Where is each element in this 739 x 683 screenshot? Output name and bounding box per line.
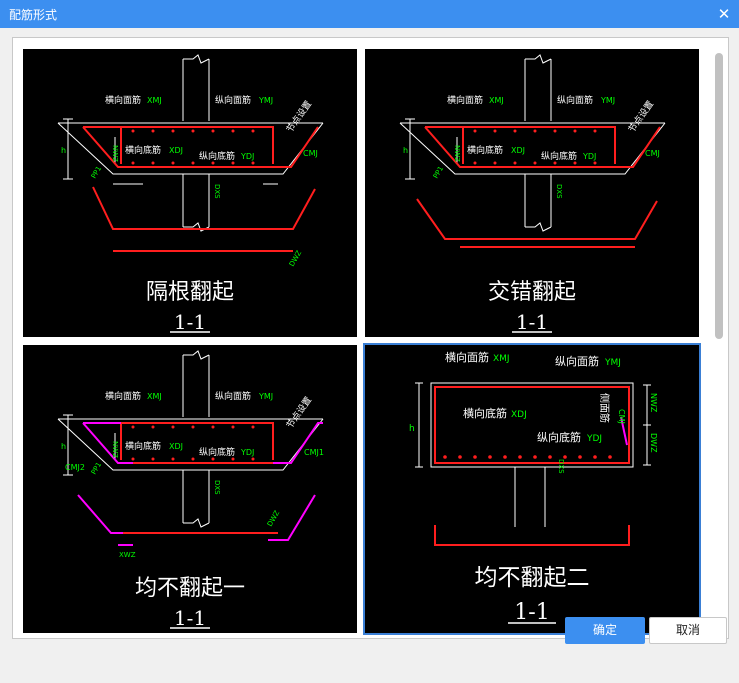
svg-text:CMJ2: CMJ2 [65, 463, 85, 472]
svg-text:侧面筋: 侧面筋 [598, 393, 611, 423]
close-icon[interactable]: ✕ [715, 5, 733, 23]
svg-text:DXS: DXS [557, 459, 565, 474]
diagram-1: 横向面筋 XMJ 纵向面筋 YMJ 横向底筋 XDJ 纵向底筋 YDJ 节点设置… [57, 54, 324, 334]
svg-text:DXS: DXS [555, 184, 563, 199]
svg-text:DWZ: DWZ [649, 433, 658, 453]
svg-text:YMJ: YMJ [600, 96, 615, 105]
svg-text:DXS: DXS [213, 184, 221, 199]
svg-text:h: h [61, 146, 66, 155]
svg-text:NWZ: NWZ [111, 145, 119, 162]
option-tile-1[interactable]: 横向面筋 XMJ 纵向面筋 YMJ 横向底筋 XDJ 纵向底筋 YDJ 节点设置… [23, 49, 357, 337]
svg-text:XDJ: XDJ [169, 442, 183, 451]
svg-text:YDJ: YDJ [240, 152, 254, 161]
option-name-2: 交错翻起 [488, 280, 576, 305]
svg-text:横向面筋: 横向面筋 [445, 350, 489, 364]
option-name-3: 均不翻起一 [135, 576, 245, 601]
svg-text:纵向面筋: 纵向面筋 [215, 390, 251, 402]
svg-text:横向底筋: 横向底筋 [463, 406, 507, 420]
svg-text:XMJ: XMJ [489, 96, 504, 105]
svg-text:CMJ1: CMJ1 [304, 448, 324, 457]
svg-text:XDJ: XDJ [169, 146, 183, 155]
svg-text:横向底筋: 横向底筋 [125, 440, 161, 452]
svg-text:YMJ: YMJ [604, 358, 621, 368]
option-name-1: 隔根翻起 [146, 280, 234, 305]
svg-text:节点设置: 节点设置 [284, 395, 314, 431]
svg-text:节点设置: 节点设置 [626, 99, 656, 135]
diagram-4: 横向面筋 XMJ 纵向面筋 YMJ 横向底筋 XDJ 纵向底筋 YDJ 侧面筋 … [409, 350, 658, 625]
svg-text:h: h [403, 146, 408, 155]
svg-text:PP1: PP1 [90, 165, 103, 180]
svg-text:横向面筋: 横向面筋 [447, 94, 483, 106]
svg-text:DWZ: DWZ [266, 509, 282, 528]
option-name-4: 均不翻起二 [475, 565, 590, 591]
svg-text:YDJ: YDJ [586, 434, 602, 444]
section-label-4: 1-1 [514, 600, 549, 625]
svg-text:CMJ: CMJ [303, 149, 318, 158]
diagram-3: 横向面筋 XMJ 纵向面筋 YMJ 横向底筋 XDJ 纵向底筋 YDJ 节点设置… [57, 350, 324, 630]
cancel-button[interactable]: 取消 [649, 617, 727, 644]
options-panel: 横向面筋 XMJ 纵向面筋 YMJ 横向底筋 XDJ 纵向底筋 YDJ 节点设置… [12, 37, 729, 639]
option-tile-3[interactable]: 横向面筋 XMJ 纵向面筋 YMJ 横向底筋 XDJ 纵向底筋 YDJ 节点设置… [23, 345, 357, 633]
svg-text:横向面筋: 横向面筋 [105, 94, 141, 106]
svg-text:横向面筋: 横向面筋 [105, 390, 141, 402]
svg-text:YMJ: YMJ [258, 392, 273, 401]
section-label-3: 1-1 [174, 606, 206, 630]
svg-text:纵向底筋: 纵向底筋 [199, 446, 235, 458]
window-title: 配筋形式 [9, 8, 58, 22]
ok-button[interactable]: 确定 [565, 617, 645, 644]
svg-text:NWZ: NWZ [111, 441, 119, 458]
dialog-body: 横向面筋 XMJ 纵向面筋 YMJ 横向底筋 XDJ 纵向底筋 YDJ 节点设置… [0, 28, 739, 683]
option-tile-2[interactable]: 横向面筋 XMJ 纵向面筋 YMJ 横向底筋 XDJ 纵向底筋 YDJ 节点设置… [365, 49, 699, 337]
svg-text:节点设置: 节点设置 [284, 99, 314, 135]
vertical-scrollbar[interactable] [713, 41, 725, 634]
svg-text:XMJ: XMJ [147, 96, 162, 105]
svg-text:XWZ: XWZ [119, 551, 136, 559]
section-label-1: 1-1 [174, 310, 206, 334]
svg-text:纵向底筋: 纵向底筋 [537, 430, 581, 444]
svg-text:CMJ: CMJ [617, 409, 626, 424]
section-label-2: 1-1 [516, 310, 548, 334]
svg-text:纵向底筋: 纵向底筋 [541, 150, 577, 162]
svg-text:横向底筋: 横向底筋 [125, 144, 161, 156]
svg-text:纵向面筋: 纵向面筋 [557, 94, 593, 106]
svg-text:YMJ: YMJ [258, 96, 273, 105]
svg-text:纵向面筋: 纵向面筋 [215, 94, 251, 106]
svg-text:CMJ: CMJ [645, 149, 660, 158]
scrollbar-thumb[interactable] [715, 53, 723, 339]
svg-text:XDJ: XDJ [511, 146, 525, 155]
svg-text:XMJ: XMJ [147, 392, 162, 401]
svg-text:横向底筋: 横向底筋 [467, 144, 503, 156]
svg-text:XMJ: XMJ [493, 354, 510, 364]
title-bar: 配筋形式 ✕ [0, 0, 739, 28]
svg-text:h: h [61, 442, 66, 451]
svg-text:PP1: PP1 [432, 165, 445, 180]
svg-text:NWZ: NWZ [453, 145, 461, 162]
svg-text:PP1: PP1 [90, 461, 103, 476]
svg-text:纵向底筋: 纵向底筋 [199, 150, 235, 162]
svg-text:NWZ: NWZ [649, 393, 658, 413]
svg-text:XDJ: XDJ [511, 410, 527, 420]
svg-text:YDJ: YDJ [582, 152, 596, 161]
svg-text:纵向面筋: 纵向面筋 [555, 354, 599, 368]
svg-text:YDJ: YDJ [240, 448, 254, 457]
svg-text:h: h [409, 424, 415, 434]
option-tile-4[interactable]: 横向面筋 XMJ 纵向面筋 YMJ 横向底筋 XDJ 纵向底筋 YDJ 侧面筋 … [363, 343, 701, 635]
diagram-2: 横向面筋 XMJ 纵向面筋 YMJ 横向底筋 XDJ 纵向底筋 YDJ 节点设置… [399, 54, 666, 334]
svg-text:DXS: DXS [213, 480, 221, 495]
